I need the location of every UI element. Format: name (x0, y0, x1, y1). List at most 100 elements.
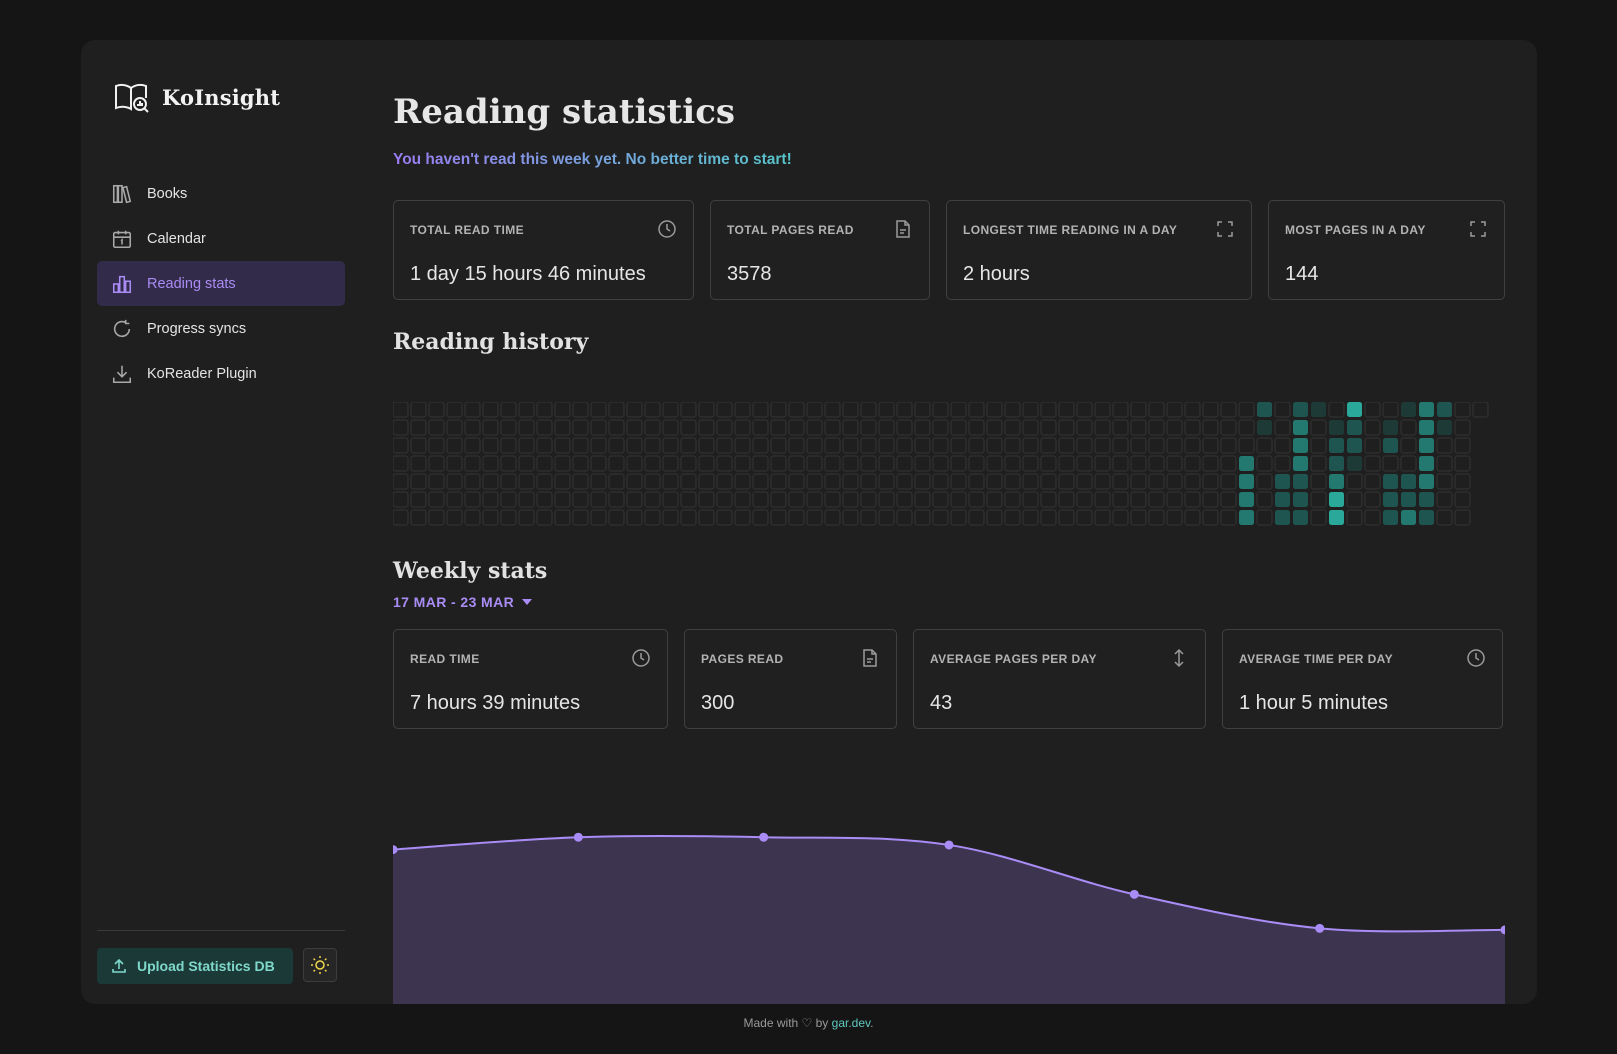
heatmap-cell[interactable] (770, 402, 787, 418)
heatmap-cell[interactable] (1311, 402, 1326, 417)
heatmap-cell[interactable] (914, 491, 931, 508)
heatmap-cell[interactable] (1238, 402, 1255, 418)
heatmap-cell[interactable] (896, 509, 913, 526)
heatmap-cell[interactable] (788, 473, 805, 490)
heatmap-cell[interactable] (896, 402, 913, 418)
heatmap-cell[interactable] (1040, 437, 1057, 454)
heatmap-cell[interactable] (806, 419, 823, 436)
heatmap-cell[interactable] (1310, 419, 1327, 436)
heatmap-cell[interactable] (770, 473, 787, 490)
heatmap-cell[interactable] (500, 473, 517, 490)
heatmap-cell[interactable] (1454, 402, 1471, 418)
heatmap-cell[interactable] (860, 437, 877, 454)
heatmap-cell[interactable] (1040, 419, 1057, 436)
heatmap-cell[interactable] (464, 473, 481, 490)
heatmap-cell[interactable] (788, 437, 805, 454)
heatmap-cell[interactable] (698, 402, 715, 418)
heatmap-cell[interactable] (878, 455, 895, 472)
heatmap-cell[interactable] (1148, 419, 1165, 436)
heatmap-cell[interactable] (1130, 455, 1147, 472)
heatmap-cell[interactable] (842, 491, 859, 508)
heatmap-cell[interactable] (410, 473, 427, 490)
heatmap-cell[interactable] (1040, 491, 1057, 508)
heatmap-cell[interactable] (1364, 455, 1381, 472)
heatmap-cell[interactable] (1022, 473, 1039, 490)
heatmap-cell[interactable] (1076, 419, 1093, 436)
heatmap-cell[interactable] (1346, 509, 1363, 526)
heatmap-cell[interactable] (860, 491, 877, 508)
heatmap-cell[interactable] (518, 437, 535, 454)
sidebar-item-calendar[interactable]: Calendar (97, 216, 345, 261)
heatmap-cell[interactable] (572, 437, 589, 454)
heatmap-cell[interactable] (806, 473, 823, 490)
heatmap-cell[interactable] (662, 491, 679, 508)
heatmap-cell[interactable] (752, 402, 769, 418)
heatmap-cell[interactable] (1383, 492, 1398, 507)
heatmap-cell[interactable] (950, 509, 967, 526)
heatmap-cell[interactable] (752, 419, 769, 436)
heatmap-cell[interactable] (1022, 437, 1039, 454)
heatmap-cell[interactable] (932, 509, 949, 526)
heatmap-cell[interactable] (968, 402, 985, 418)
heatmap-cell[interactable] (1383, 510, 1398, 525)
heatmap-cell[interactable] (1436, 455, 1453, 472)
heatmap-cell[interactable] (1076, 455, 1093, 472)
heatmap-cell[interactable] (1275, 474, 1290, 489)
heatmap-cell[interactable] (1022, 509, 1039, 526)
heatmap-cell[interactable] (518, 419, 535, 436)
heatmap-cell[interactable] (554, 491, 571, 508)
heatmap-cell[interactable] (1310, 491, 1327, 508)
heatmap-cell[interactable] (662, 419, 679, 436)
heatmap-cell[interactable] (410, 509, 427, 526)
heatmap-cell[interactable] (1220, 509, 1237, 526)
heatmap-cell[interactable] (1040, 473, 1057, 490)
heatmap-cell[interactable] (1022, 455, 1039, 472)
heatmap-cell[interactable] (1166, 491, 1183, 508)
heatmap-cell[interactable] (410, 437, 427, 454)
heatmap-cell[interactable] (1329, 420, 1344, 435)
heatmap-cell[interactable] (842, 437, 859, 454)
heatmap-cell[interactable] (1329, 510, 1344, 525)
heatmap-cell[interactable] (1022, 402, 1039, 418)
heatmap-cell[interactable] (680, 437, 697, 454)
heatmap-cell[interactable] (806, 509, 823, 526)
heatmap-cell[interactable] (393, 437, 409, 454)
heatmap-cell[interactable] (932, 419, 949, 436)
heatmap-cell[interactable] (1383, 438, 1398, 453)
heatmap-cell[interactable] (554, 509, 571, 526)
heatmap-cell[interactable] (1454, 437, 1471, 454)
heatmap-cell[interactable] (968, 491, 985, 508)
sidebar-item-reading-stats[interactable]: Reading stats (97, 261, 345, 306)
heatmap-cell[interactable] (500, 509, 517, 526)
heatmap-cell[interactable] (1130, 473, 1147, 490)
heatmap-cell[interactable] (644, 509, 661, 526)
heatmap-cell[interactable] (716, 402, 733, 418)
heatmap-cell[interactable] (1148, 491, 1165, 508)
heatmap-cell[interactable] (824, 419, 841, 436)
chart-data-point[interactable] (1315, 923, 1325, 933)
heatmap-cell[interactable] (1076, 402, 1093, 418)
heatmap-cell[interactable] (680, 402, 697, 418)
heatmap-cell[interactable] (518, 491, 535, 508)
heatmap-cell[interactable] (1184, 419, 1201, 436)
chart-data-point[interactable] (759, 832, 769, 842)
heatmap-cell[interactable] (1202, 473, 1219, 490)
heatmap-cell[interactable] (464, 402, 481, 418)
heatmap-cell[interactable] (770, 419, 787, 436)
heatmap-cell[interactable] (1293, 420, 1308, 435)
heatmap-cell[interactable] (446, 455, 463, 472)
heatmap-cell[interactable] (1112, 473, 1129, 490)
heatmap-cell[interactable] (1040, 402, 1057, 418)
heatmap-cell[interactable] (1419, 420, 1434, 435)
heatmap-cell[interactable] (536, 402, 553, 418)
heatmap-cell[interactable] (1346, 491, 1363, 508)
heatmap-cell[interactable] (1148, 509, 1165, 526)
heatmap-cell[interactable] (698, 509, 715, 526)
chart-data-point[interactable] (573, 832, 583, 842)
heatmap-cell[interactable] (1364, 491, 1381, 508)
heatmap-cell[interactable] (1094, 473, 1111, 490)
heatmap-cell[interactable] (734, 419, 751, 436)
heatmap-cell[interactable] (1166, 455, 1183, 472)
heatmap-cell[interactable] (1293, 510, 1308, 525)
heatmap-cell[interactable] (464, 509, 481, 526)
